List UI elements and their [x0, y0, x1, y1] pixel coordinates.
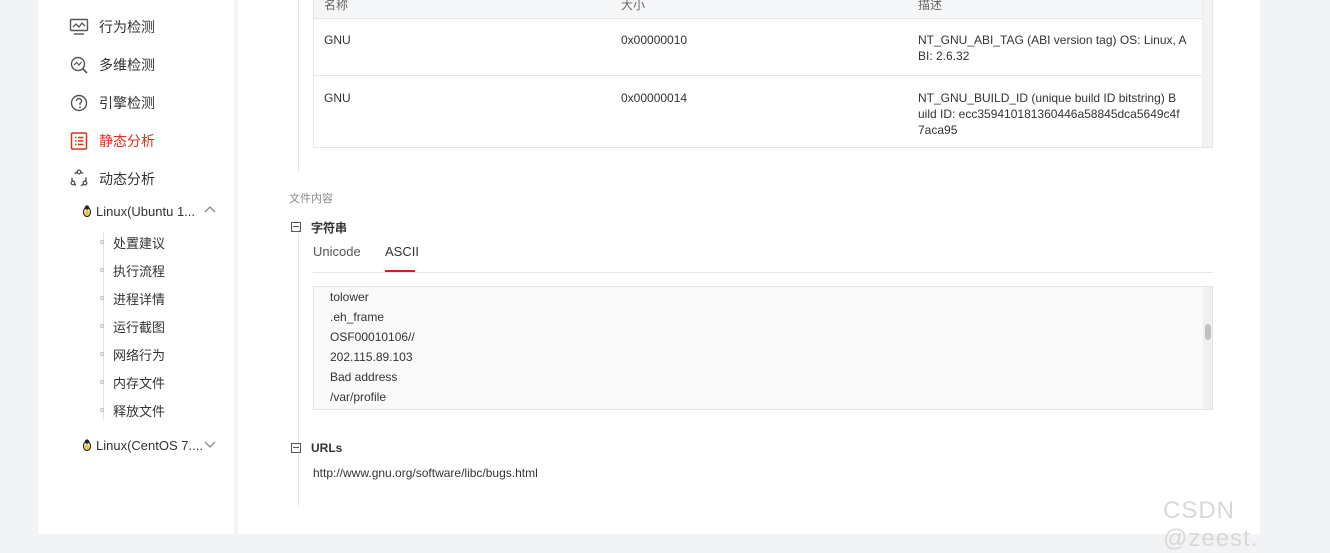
- strings-scrollbar[interactable]: [1203, 287, 1212, 409]
- collapse-icon[interactable]: [291, 443, 301, 453]
- list-document-icon: [68, 130, 90, 152]
- nav-item-label: 静态分析: [99, 133, 155, 149]
- cell-size: 0x00000010: [621, 33, 688, 47]
- column-header-name: 名称: [324, 0, 349, 12]
- column-header-size: 大小: [621, 0, 646, 12]
- chevron-up-icon: [204, 206, 216, 213]
- tree-dot-icon: [100, 268, 104, 272]
- string-item: tolower: [330, 290, 369, 304]
- string-item: OSF00010106//: [330, 330, 415, 344]
- description-line: BI: 2.6.32: [918, 49, 970, 63]
- sidebar-subitem-label: 运行截图: [113, 319, 166, 335]
- collapse-icon[interactable]: [291, 222, 301, 232]
- sidebar-subitem[interactable]: 释放文件: [100, 400, 165, 420]
- nav-item-label: 引擎检测: [99, 95, 155, 111]
- table-row: GNU 0x00000010 NT_GNU_ABI_TAG (ABI versi…: [314, 18, 1204, 76]
- nav-item-behavior-detection[interactable]: 行为检测: [68, 15, 155, 39]
- tree-dot-icon: [100, 408, 104, 412]
- main-content: 名称 大小 描述 GNU 0x00000010 NT_GNU_ABI_TAG (…: [238, 0, 1260, 534]
- sidebar-subitem-label: 执行流程: [113, 263, 166, 279]
- sidebar-subitem[interactable]: 进程详情: [100, 288, 165, 308]
- tree-dot-icon: [100, 324, 104, 328]
- table-header: 名称 大小 描述: [314, 0, 1204, 19]
- cell-description: NT_GNU_BUILD_ID (unique build ID bitstri…: [918, 90, 1203, 138]
- sidebar-subitem-label: 网络行为: [113, 347, 166, 363]
- urls-section-title: URLs: [291, 439, 342, 457]
- monitor-icon: [68, 16, 90, 38]
- ascii-strings-list[interactable]: tolower .eh_frame OSF00010106// 202.115.89.…: [313, 286, 1213, 410]
- tabs-divider: [313, 272, 1213, 273]
- nav-item-engine-detection[interactable]: 引擎检测: [68, 91, 155, 115]
- cycle-icon: [68, 168, 90, 190]
- engine-gauge-icon: [68, 92, 90, 114]
- strings-title-label: 字符串: [311, 220, 348, 235]
- tree-dot-icon: [100, 352, 104, 356]
- env-centos-label: Linux(CentOS 7....: [96, 437, 203, 453]
- tab-unicode[interactable]: Unicode: [313, 244, 361, 259]
- sidebar-subitem[interactable]: 执行流程: [100, 260, 165, 280]
- tree-dot-icon: [100, 380, 104, 384]
- sidebar-subitem[interactable]: 运行截图: [100, 316, 165, 336]
- file-content-caption: 文件内容: [289, 193, 333, 205]
- sidebar-subitem-label: 处置建议: [113, 235, 166, 251]
- sidebar-subitem[interactable]: 处置建议: [100, 232, 165, 252]
- urls-title-label: URLs: [311, 441, 343, 455]
- sidebar-subitem[interactable]: 网络行为: [100, 344, 165, 364]
- sidebar-subitem-label: 内存文件: [113, 375, 166, 391]
- string-item: .eh_frame: [330, 310, 385, 324]
- env-ubuntu-label: Linux(Ubuntu 1...: [96, 203, 196, 219]
- description-line: 7aca95: [918, 123, 958, 137]
- string-item: Bad address: [330, 370, 398, 384]
- cell-description: NT_GNU_ABI_TAG (ABI version tag) OS: Lin…: [918, 32, 1203, 64]
- nav-item-multi-detection[interactable]: 多维检测: [68, 53, 155, 77]
- description-line: NT_GNU_ABI_TAG (ABI version tag) OS: Lin…: [918, 33, 1187, 47]
- strings-scrollbar-thumb[interactable]: [1205, 324, 1211, 340]
- table-row: GNU 0x00000014 NT_GNU_BUILD_ID (unique b…: [314, 76, 1204, 148]
- section-rail: [298, 233, 299, 506]
- env-ubuntu-toggle[interactable]: Linux(Ubuntu 1...: [82, 201, 216, 221]
- watermark: CSDN @zeest.: [1163, 497, 1259, 552]
- linux-penguin-icon: [82, 439, 92, 451]
- table-scrollbar[interactable]: [1202, 0, 1212, 147]
- sidebar: 行为检测 多维检测 引擎检测 静态分析 动态分析 Linux(Ubuntu 1.…: [38, 0, 234, 534]
- strings-section-title: 字符串: [291, 218, 347, 236]
- env-centos-toggle[interactable]: Linux(CentOS 7....: [82, 435, 216, 455]
- linux-penguin-icon: [82, 205, 92, 217]
- section-rail: [298, 0, 299, 172]
- column-header-description: 描述: [918, 0, 943, 12]
- notes-table: 名称 大小 描述 GNU 0x00000010 NT_GNU_ABI_TAG (…: [313, 0, 1213, 148]
- string-item: 202.115.89.103: [330, 350, 413, 364]
- tree-dot-icon: [100, 240, 104, 244]
- string-item: /var/profile: [330, 390, 387, 404]
- nav-item-label: 行为检测: [99, 19, 155, 35]
- nav-item-dynamic-analysis[interactable]: 动态分析: [68, 167, 155, 191]
- sidebar-subitem-label: 释放文件: [113, 403, 166, 419]
- description-line: NT_GNU_BUILD_ID (unique build ID bitstri…: [918, 91, 1177, 105]
- multi-scan-icon: [68, 54, 90, 76]
- url-item[interactable]: http://www.gnu.org/software/libc/bugs.ht…: [313, 466, 538, 480]
- tree-dot-icon: [100, 296, 104, 300]
- description-line: uild ID: ecc359410181360446a58845dca5649…: [918, 107, 1180, 121]
- chevron-down-icon: [204, 441, 216, 448]
- nav-item-label: 多维检测: [99, 57, 155, 73]
- cell-name: GNU: [324, 33, 351, 47]
- nav-item-static-analysis[interactable]: 静态分析: [68, 129, 155, 153]
- cell-name: GNU: [324, 91, 351, 105]
- tab-ascii[interactable]: ASCII: [385, 244, 419, 259]
- sidebar-subitem[interactable]: 内存文件: [100, 372, 165, 392]
- cell-size: 0x00000014: [621, 91, 688, 105]
- nav-item-label: 动态分析: [99, 171, 155, 187]
- sidebar-subitem-label: 进程详情: [113, 291, 166, 307]
